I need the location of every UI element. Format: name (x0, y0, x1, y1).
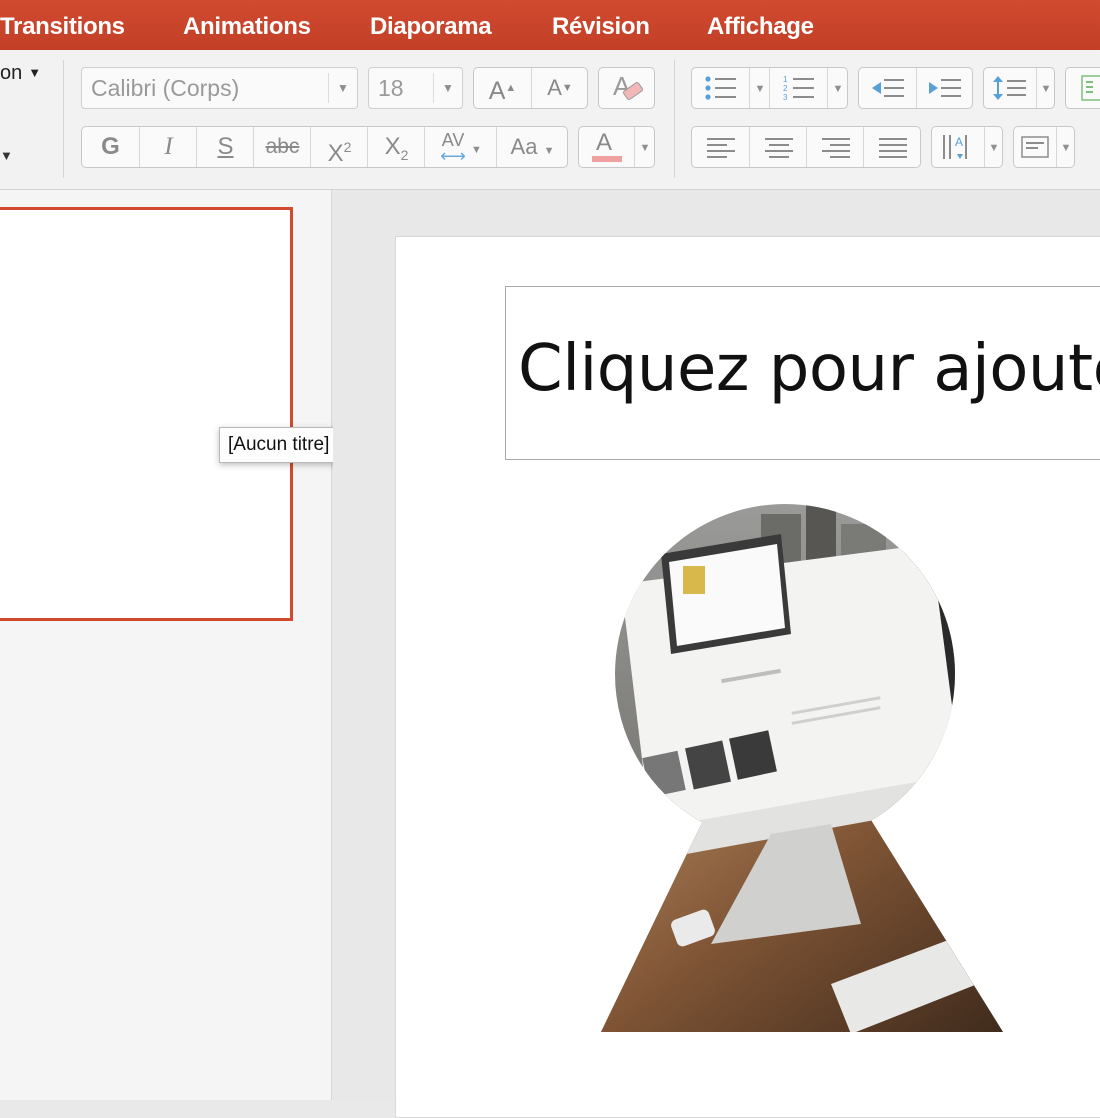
bold-button[interactable]: G (82, 127, 139, 167)
alignment-group (691, 126, 921, 168)
align-center-icon[interactable] (749, 127, 807, 167)
align-right-icon[interactable] (806, 127, 864, 167)
thumbnail-tooltip: [Aucun titre] (219, 427, 339, 463)
subscript-button[interactable]: X2 (367, 127, 425, 167)
chevron-down-icon: ▼ (28, 65, 42, 80)
font-color-button[interactable]: A (579, 127, 634, 167)
clear-format-icon: A (613, 71, 643, 101)
increase-indent-icon[interactable] (916, 68, 973, 108)
tab-affichage[interactable]: Affichage (707, 13, 814, 41)
decrease-indent-icon[interactable] (859, 68, 916, 108)
font-family-select[interactable]: Calibri (Corps) ▼ (81, 67, 358, 109)
tab-animations[interactable]: Animations (183, 13, 311, 41)
ribbon-divider (63, 60, 64, 178)
tab-revision[interactable]: Révision (552, 13, 650, 41)
slide-editor: Cliquez pour ajouter (333, 190, 1100, 1118)
align-text-group: ▼ (1013, 126, 1075, 168)
align-text-icon[interactable] (1014, 127, 1056, 167)
svg-text:3: 3 (783, 93, 788, 102)
character-spacing-icon: AV ⟷ (440, 130, 466, 167)
font-color-bar (592, 156, 622, 162)
chevron-down-icon[interactable]: ▼ (749, 68, 770, 108)
chevron-down-icon[interactable]: ▼ (827, 68, 848, 108)
font-size-step-group: A▲ A▼ (473, 67, 588, 109)
bullets-icon[interactable] (692, 68, 749, 108)
line-spacing-icon[interactable] (984, 68, 1036, 108)
columns-button[interactable] (1065, 67, 1100, 109)
chevron-down-icon[interactable]: ▼ (433, 73, 462, 103)
strikethrough-button[interactable]: abc (253, 127, 311, 167)
keyhole-picture[interactable] (601, 504, 1003, 1039)
font-color-group: A ▼ (578, 126, 655, 168)
superscript-button[interactable]: X2 (310, 127, 368, 167)
font-family-value: Calibri (Corps) (91, 75, 240, 101)
svg-text:1: 1 (783, 75, 788, 84)
chevron-down-icon[interactable]: ▼ (984, 127, 1003, 167)
font-size-value: 18 (378, 75, 404, 101)
list-group: ▼ 1 2 3 ▼ (691, 67, 848, 109)
slide-canvas[interactable]: Cliquez pour ajouter (395, 236, 1100, 1118)
chevron-down-icon: ▼ (470, 144, 482, 156)
columns-icon (1081, 75, 1100, 101)
align-left-icon[interactable] (692, 127, 749, 167)
font-style-group: G I S abc X2 X2 AV ⟷ ▼ Aa ▼ (81, 126, 568, 168)
chevron-down-icon: ▼ (543, 145, 555, 157)
chevron-down-icon[interactable]: ▼ (0, 148, 13, 163)
ribbon-tab-bar: Transitions Animations Diaporama Révisio… (0, 0, 1100, 50)
italic-button[interactable]: I (139, 127, 197, 167)
font-size-select[interactable]: 18 ▼ (368, 67, 463, 109)
clipboard-label: on (0, 62, 23, 84)
change-case-dropdown[interactable]: Aa ▼ (496, 127, 568, 167)
clear-format-button[interactable]: A (598, 67, 655, 109)
text-direction-group: A ▼ (931, 126, 1003, 168)
clipboard-dropdown[interactable]: on ▼ (0, 62, 41, 85)
shrink-font-icon[interactable]: A▼ (531, 68, 588, 108)
chevron-down-icon[interactable]: ▼ (1056, 127, 1075, 167)
font-color-icon: A (579, 127, 634, 167)
title-placeholder[interactable]: Cliquez pour ajouter (505, 286, 1100, 460)
title-placeholder-text: Cliquez pour ajouter (518, 332, 1100, 406)
slide-thumbnail-pane: [Aucun titre] (0, 190, 339, 1100)
change-case-icon: Aa (510, 134, 538, 159)
line-spacing-group: ▼ (983, 67, 1055, 109)
indent-group (858, 67, 973, 109)
tab-transitions[interactable]: Transitions (0, 13, 125, 41)
justify-icon[interactable] (863, 127, 921, 167)
numbering-icon[interactable]: 1 2 3 (769, 68, 828, 108)
chevron-down-icon[interactable]: ▼ (328, 73, 357, 103)
tab-diaporama[interactable]: Diaporama (370, 13, 492, 41)
text-direction-icon[interactable]: A (932, 127, 984, 167)
svg-text:A: A (955, 135, 963, 149)
chevron-down-icon[interactable]: ▼ (1036, 68, 1055, 108)
character-spacing-dropdown[interactable]: AV ⟷ ▼ (424, 127, 497, 167)
ribbon-divider (674, 60, 675, 178)
svg-text:2: 2 (783, 84, 788, 93)
slide-thumbnail-1[interactable] (0, 207, 293, 621)
chevron-down-icon[interactable]: ▼ (634, 127, 655, 167)
grow-font-icon[interactable]: A▲ (474, 68, 531, 108)
underline-button[interactable]: S (196, 127, 254, 167)
